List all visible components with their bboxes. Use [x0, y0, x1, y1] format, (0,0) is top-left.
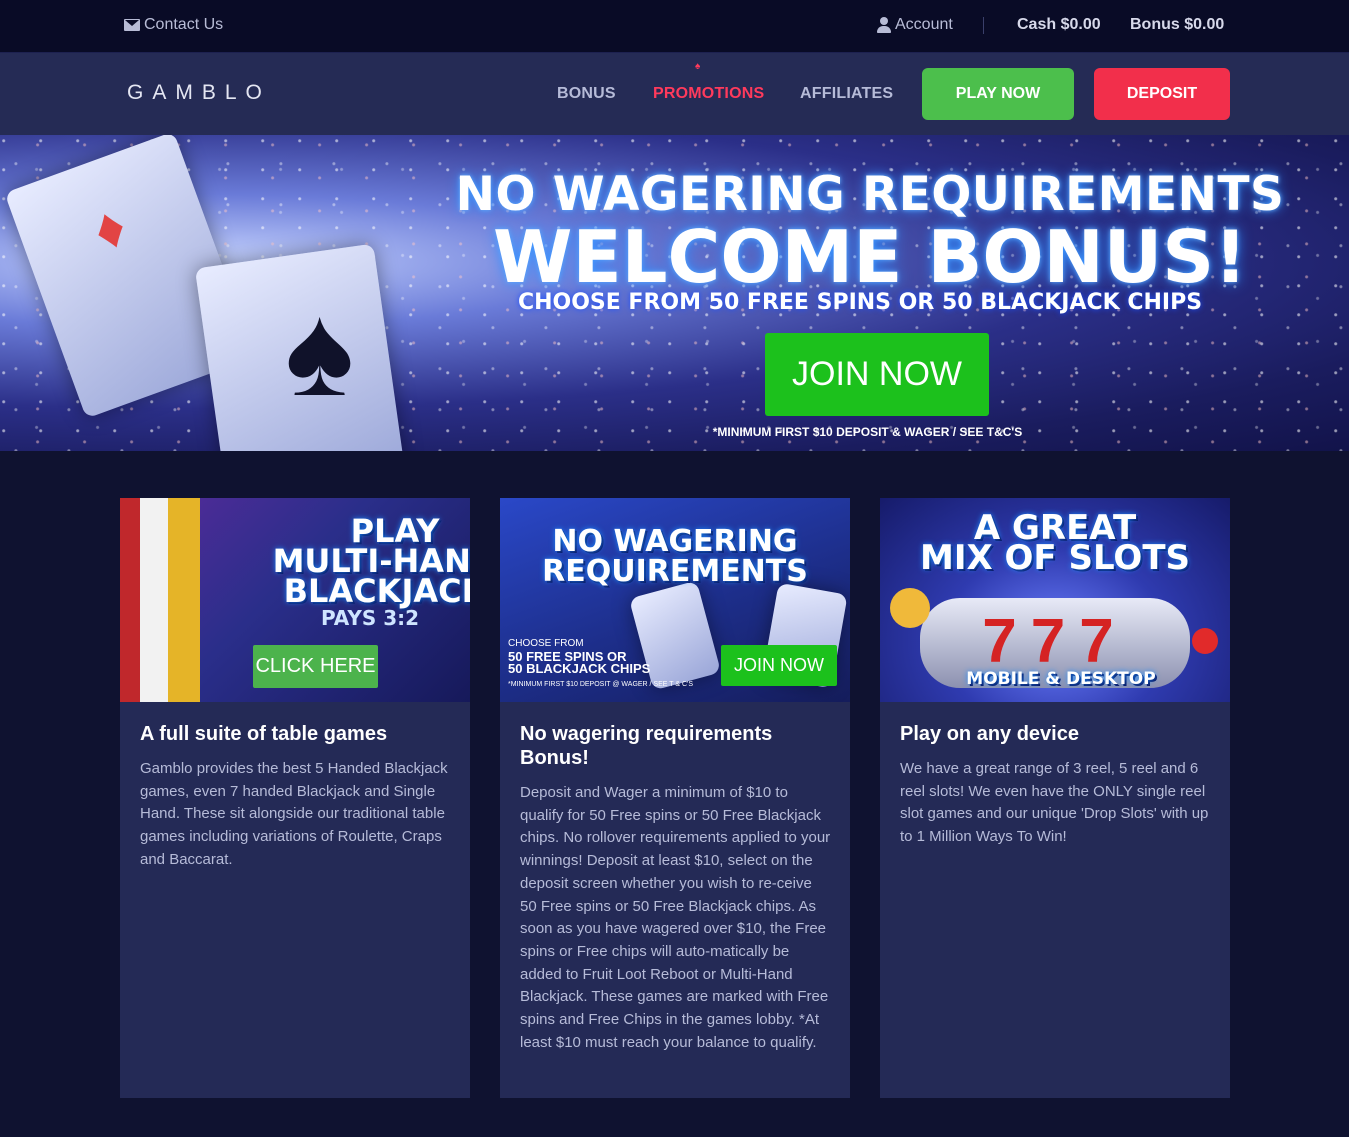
spade-icon: ♠ — [285, 277, 355, 423]
nav-affiliates[interactable]: AFFILIATES — [800, 85, 893, 103]
hero-join-now-button[interactable]: JOIN NOW — [765, 333, 989, 416]
promo-image-blackjack[interactable]: PLAY MULTI-HAND BLACKJACK PAYS 3:2 CLICK… — [120, 498, 470, 702]
lever-knob-icon — [1192, 628, 1218, 654]
card-description: Gamblo provides the best 5 Handed Blackj… — [140, 760, 448, 868]
card-title: Play on any device — [900, 723, 1079, 745]
gamblo-logo[interactable]: GAMBLO — [127, 81, 271, 105]
join-now-button[interactable]: JOIN NOW — [721, 645, 837, 686]
promo-image-choose: CHOOSE FROM — [508, 638, 584, 649]
spade-icon: ♠ — [695, 61, 701, 72]
top-bar: Contact Us Account Cash $0.00 Bonus $0.0… — [0, 0, 1349, 53]
contact-us-label: Contact Us — [144, 16, 224, 33]
envelope-icon — [124, 19, 140, 31]
lucky-seven-icon: 777 — [982, 607, 1128, 676]
promo-image-line-2: REQUIREMENTS — [542, 554, 808, 589]
deposit-button[interactable]: DEPOSIT — [1094, 68, 1230, 120]
promo-image-sub: PAYS 3:2 — [320, 606, 420, 630]
hero-banner[interactable]: ♦ ♠ NO WAGERING REQUIREMENTS WELCOME BON… — [0, 135, 1349, 451]
card-description: Deposit and Wager a minimum of $10 to qu… — [520, 784, 831, 1051]
promo-image-terms: *MINIMUM FIRST $10 DEPOSIT @ WAGER / SEE… — [508, 681, 694, 688]
click-here-button[interactable]: CLICK HERE — [253, 645, 378, 688]
card-title: A full suite of table games — [140, 723, 388, 745]
hero-subheadline: CHOOSE FROM 50 FREE SPINS OR 50 BLACKJAC… — [517, 290, 1203, 315]
promo-card-no-wagering: NO WAGERING REQUIREMENTS CHOOSE FROM 50 … — [500, 498, 850, 1098]
main-header: GAMBLO BONUS ♠ PROMOTIONS AFFILIATES PLA… — [0, 53, 1349, 135]
bonus-balance: Bonus $0.00 — [1130, 16, 1225, 33]
cash-balance: Cash $0.00 — [1017, 16, 1101, 33]
promo-image-sub: MOBILE & DESKTOP — [966, 669, 1156, 689]
coin-icon — [890, 588, 930, 628]
account-label: Account — [895, 16, 953, 33]
nav-promotions[interactable]: PROMOTIONS — [653, 85, 764, 103]
card-description: We have a great range of 3 reel, 5 reel … — [900, 760, 1209, 846]
play-now-button[interactable]: PLAY NOW — [922, 68, 1074, 120]
promo-image-no-wagering[interactable]: NO WAGERING REQUIREMENTS CHOOSE FROM 50 … — [500, 498, 850, 702]
hero-headline-2: WELCOME BONUS! — [493, 215, 1247, 299]
promo-card-table-games: PLAY MULTI-HAND BLACKJACK PAYS 3:2 CLICK… — [120, 498, 470, 1098]
card-title: No wagering requirements Bonus! — [520, 723, 773, 769]
promo-card-slots: 777 A GREAT MIX OF SLOTS MOBILE & DESKTO… — [880, 498, 1230, 1098]
divider — [983, 17, 984, 34]
account-link[interactable]: Account — [877, 16, 953, 34]
promo-image-slots[interactable]: 777 A GREAT MIX OF SLOTS MOBILE & DESKTO… — [880, 498, 1230, 702]
user-icon — [877, 17, 891, 33]
promo-image-offer-2: 50 BLACKJACK CHIPS — [508, 661, 651, 676]
nav-bonus[interactable]: BONUS — [557, 85, 616, 103]
contact-us-link[interactable]: Contact Us — [124, 16, 223, 34]
promo-image-line-2: MIX OF SLOTS — [919, 538, 1191, 578]
hero-terms-text: *MINIMUM FIRST $10 DEPOSIT & WAGER / SEE… — [712, 425, 1023, 439]
promo-image-line-3: BLACKJACK — [283, 572, 470, 610]
hero-headline-1: NO WAGERING REQUIREMENTS — [455, 167, 1285, 222]
